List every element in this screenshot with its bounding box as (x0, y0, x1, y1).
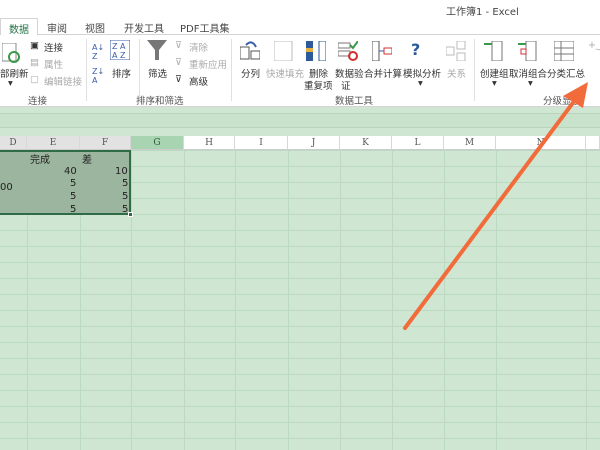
annotation-arrow (403, 82, 588, 330)
arrow-head-icon (563, 82, 588, 108)
arrow-shaft (403, 94, 580, 330)
